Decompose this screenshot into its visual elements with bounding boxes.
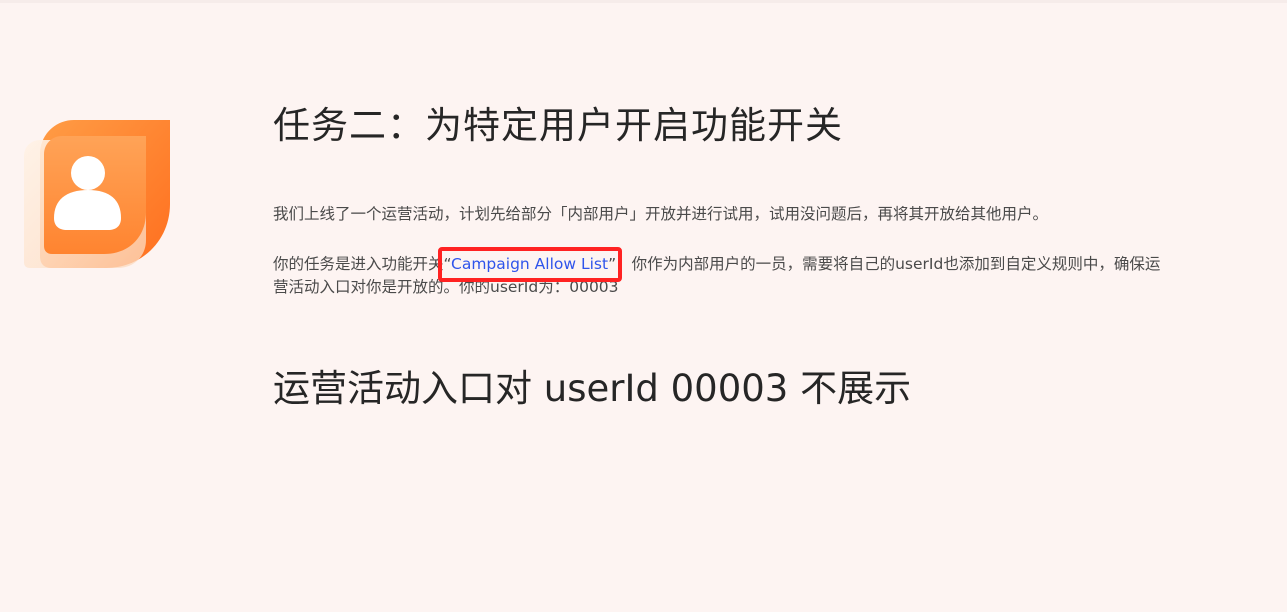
close-quote: ”: [608, 255, 617, 273]
open-quote: “: [443, 255, 451, 273]
task-title: 任务二：为特定用户开启功能开关: [273, 104, 843, 147]
top-strip: [0, 0, 1287, 3]
campaign-allow-list-link[interactable]: Campaign Allow List: [451, 255, 608, 273]
task-instruction: 你的任务是进入功能开关“Campaign Allow List”，你作为内部用户…: [273, 247, 1173, 299]
task-intro: 我们上线了一个运营活动，计划先给部分「内部用户」开放并进行试用，试用没问题后，再…: [273, 205, 1049, 223]
user-avatar-icon: [24, 120, 170, 268]
instruction-before: 你的任务是进入功能开关: [273, 255, 444, 273]
highlighted-link-box: “Campaign Allow List”: [437, 247, 622, 282]
campaign-entry-status: 运营活动入口对 userId 00003 不展示: [273, 367, 912, 410]
user-avatar-logo: [22, 120, 172, 272]
